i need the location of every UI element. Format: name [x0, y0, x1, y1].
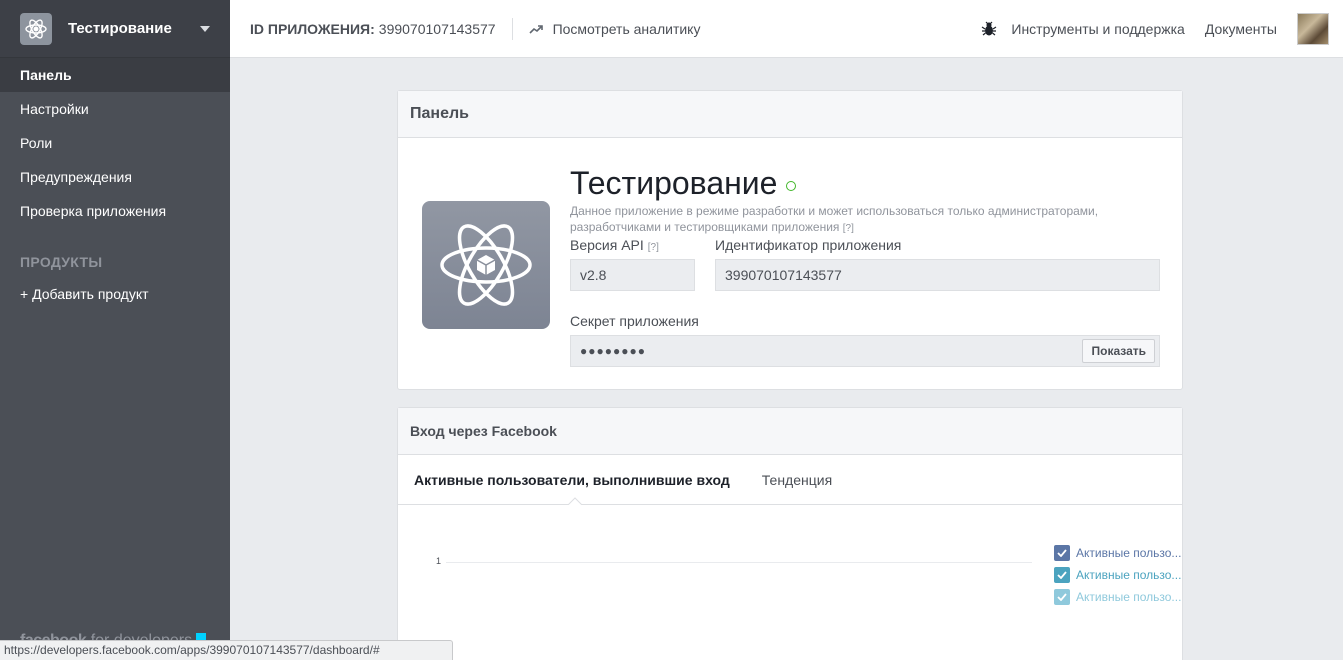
- add-product-link[interactable]: + Добавить продукт: [0, 278, 230, 310]
- login-tabs: Активные пользователи, выполнившие вход …: [398, 455, 1182, 505]
- sidebar-item-settings[interactable]: Настройки: [0, 92, 230, 126]
- status-dot-icon: [786, 180, 797, 191]
- app-id-field[interactable]: 399070107143577: [715, 259, 1160, 291]
- facebook-login-heading: Вход через Facebook: [398, 408, 1182, 455]
- dashboard-heading: Панель: [398, 91, 1182, 138]
- app-secret-label: Секрет приложения: [570, 313, 699, 329]
- top-right-nav: Инструменты и поддержка Документы: [981, 12, 1343, 45]
- tab-active-users[interactable]: Активные пользователи, выполнившие вход: [414, 472, 730, 488]
- view-analytics-label: Посмотреть аналитику: [552, 20, 701, 37]
- help-link[interactable]: [?]: [843, 223, 854, 234]
- dev-mode-text: Данное приложение в режиме разработки и …: [570, 204, 1099, 234]
- top-bar: ID ПРИЛОЖЕНИЯ: 399070107143577 Посмотрет…: [230, 0, 1343, 58]
- facebook-login-card: Вход через Facebook Активные пользовател…: [397, 407, 1183, 660]
- app-title: Тестирование: [570, 165, 778, 201]
- active-users-chart: 1 Активные пользо... Активные пользо... …: [398, 508, 1184, 660]
- sidebar: Тестирование Панель Настройки Роли Преду…: [0, 0, 230, 660]
- tab-indicator-icon: [568, 497, 582, 505]
- sidebar-item-alerts[interactable]: Предупреждения: [0, 160, 230, 194]
- tab-trend[interactable]: Тенденция: [762, 472, 832, 488]
- legend-item[interactable]: Активные пользо...: [1054, 586, 1184, 608]
- show-secret-button[interactable]: Показать: [1082, 339, 1155, 363]
- view-analytics-link[interactable]: Посмотреть аналитику: [529, 20, 701, 37]
- tools-support-link[interactable]: Инструменты и поддержка: [981, 20, 1185, 37]
- app-title-row: Тестирование: [570, 165, 797, 202]
- chart-legend: Активные пользо... Активные пользо... Ак…: [1054, 542, 1184, 608]
- checkbox-icon[interactable]: [1054, 567, 1070, 583]
- y-tick-label: 1: [436, 556, 442, 566]
- checkbox-icon[interactable]: [1054, 589, 1070, 605]
- grid-line: [446, 562, 1032, 563]
- legend-label: Активные пользо...: [1076, 590, 1182, 604]
- divider: [511, 17, 513, 40]
- sidebar-item-roles[interactable]: Роли: [0, 126, 230, 160]
- atom-icon: [20, 12, 52, 45]
- api-version-label-text: Версия API: [570, 237, 644, 253]
- bug-icon: [982, 21, 997, 35]
- legend-item[interactable]: Активные пользо...: [1054, 542, 1184, 564]
- app-secret-value: ●●●●●●●●: [580, 344, 646, 358]
- trend-icon: [529, 24, 543, 34]
- sidebar-item-dashboard[interactable]: Панель: [0, 58, 230, 92]
- browser-status-bar: https://developers.facebook.com/apps/399…: [0, 640, 453, 660]
- checkbox-icon[interactable]: [1054, 545, 1070, 561]
- app-name: Тестирование: [68, 20, 172, 37]
- legend-item[interactable]: Активные пользо...: [1054, 564, 1184, 586]
- tools-support-label: Инструменты и поддержка: [1011, 20, 1185, 37]
- app-atom-icon: [422, 201, 550, 329]
- app-id-value: 399070107143577: [378, 20, 496, 37]
- legend-label: Активные пользо...: [1076, 546, 1182, 560]
- api-version-help-link[interactable]: [?]: [648, 242, 659, 253]
- api-version-field[interactable]: v2.8: [570, 259, 695, 291]
- dashboard-card: Панель Тестирование Данное приложение в …: [397, 90, 1183, 390]
- avatar[interactable]: [1297, 12, 1329, 45]
- app-id-field-label: Идентификатор приложения: [715, 237, 902, 253]
- api-version-label: Версия API [?]: [570, 237, 659, 253]
- products-heading: ПРОДУКТЫ: [20, 254, 103, 270]
- sidebar-item-app-review[interactable]: Проверка приложения: [0, 194, 230, 228]
- dev-mode-description: Данное приложение в режиме разработки и …: [570, 203, 1130, 237]
- legend-label: Активные пользо...: [1076, 568, 1182, 582]
- app-switcher[interactable]: Тестирование: [0, 0, 230, 58]
- app-secret-field[interactable]: ●●●●●●●● Показать: [570, 335, 1160, 367]
- docs-link[interactable]: Документы: [1205, 21, 1277, 37]
- chevron-down-icon[interactable]: [200, 25, 210, 32]
- sidebar-nav: Панель Настройки Роли Предупреждения Про…: [0, 58, 230, 228]
- app-id-label: ID ПРИЛОЖЕНИЯ:: [250, 20, 375, 37]
